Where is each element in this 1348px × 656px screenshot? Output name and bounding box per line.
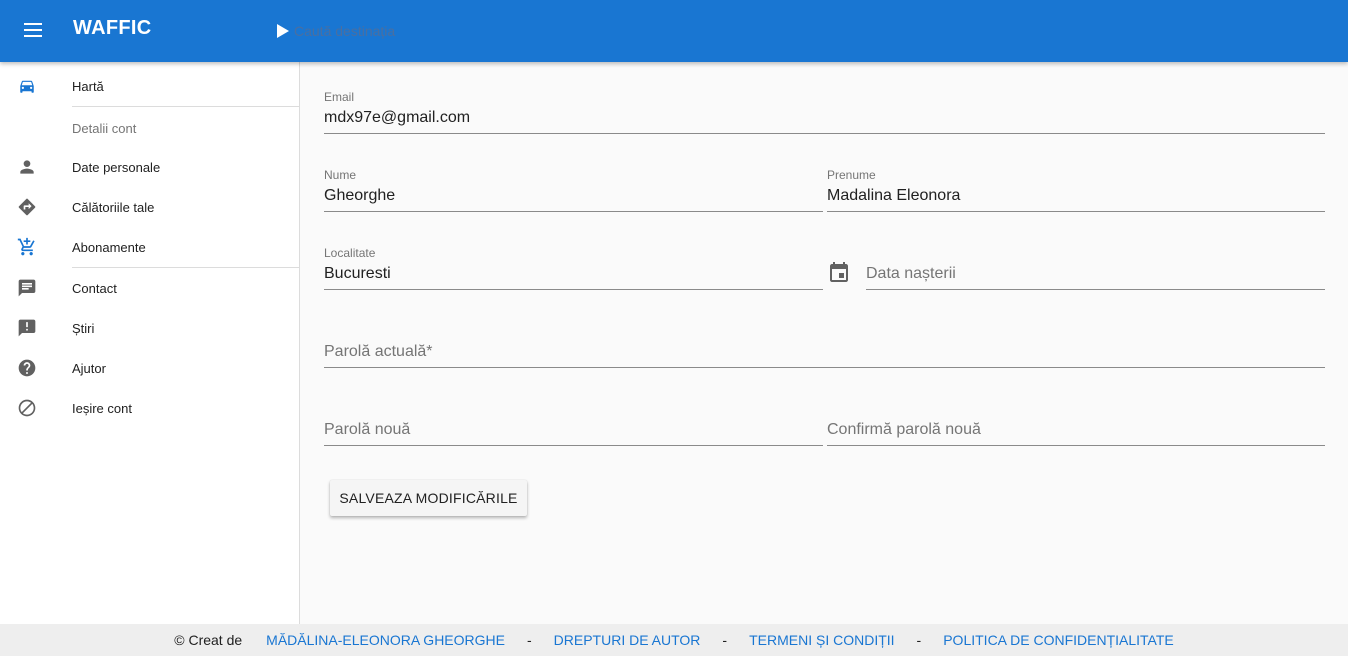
destination-search-input[interactable] [294,23,554,39]
localitate-field: Localitate [324,246,823,290]
sidebar-item-iesire-cont[interactable]: Ieșire cont [0,388,299,428]
footer-separator: - [722,632,728,648]
menu-icon[interactable] [24,18,52,42]
account-form: Email Nume Prenume Localitate SALVEAZA M… [300,62,1348,624]
sidebar-item-label: Date personale [72,159,161,175]
sidebar-item-label: Ieșire cont [72,400,132,416]
feedback-icon [16,277,38,299]
play-icon [277,24,289,38]
parola-noua-input[interactable] [324,421,823,439]
footer-credit: © Creat de [174,632,243,648]
sidebar-item-label: Călătoriile tale [72,199,155,215]
search-bar [276,20,554,42]
sidebar-item-label: Știri [72,320,95,336]
save-button[interactable]: SALVEAZA MODIFICĂRILE [330,480,527,516]
sidebar-item-label: Hartă [72,78,104,94]
sidebar-divider [72,106,299,107]
directions-icon [16,196,38,218]
calendar-icon[interactable] [827,261,851,285]
footer: © Creat de MĂDĂLINA-ELEONORA GHEORGHE - … [0,624,1348,656]
prenume-field: Prenume [827,168,1325,212]
sidebar-item-abonamente[interactable]: Abonamente [0,227,299,267]
announcement-icon [16,317,38,339]
parola-actuala-field [324,324,1325,368]
block-icon [16,397,38,419]
parola-actuala-input[interactable] [324,343,1325,361]
help-icon [16,357,38,379]
person-icon [16,156,38,178]
footer-author-link[interactable]: MĂDĂLINA-ELEONORA GHEORGHE [266,632,505,648]
add-shopping-cart-icon [16,236,38,258]
parola-noua-field [324,402,823,446]
nume-field: Nume [324,168,823,212]
sidebar-item-label: Ajutor [72,360,106,376]
confirma-parola-input[interactable] [827,421,1325,439]
email-field: Email [324,90,1325,134]
app-bar: WAFFIC [0,0,1348,62]
footer-separator: - [916,632,922,648]
sidebar-item-harta[interactable]: Hartă [0,66,299,106]
sidebar: Hartă Detalii cont Date personale Călăto… [0,62,300,624]
prenume-input[interactable] [827,187,1325,205]
sidebar-item-stiri[interactable]: Știri [0,308,299,348]
car-icon [16,75,38,97]
sidebar-item-ajutor[interactable]: Ajutor [0,348,299,388]
confirma-parola-field [827,402,1325,446]
email-input[interactable] [324,109,1325,127]
sidebar-item-label: Abonamente [72,239,146,255]
email-label: Email [324,90,355,104]
data-nasterii-input[interactable] [866,265,1325,283]
app-title[interactable]: WAFFIC [73,17,151,40]
sidebar-item-label: Contact [72,280,117,296]
sidebar-item-contact[interactable]: Contact [0,268,299,308]
localitate-label: Localitate [324,246,376,260]
footer-separator: - [526,632,532,648]
footer-link-drepturi[interactable]: DREPTURI DE AUTOR [554,632,701,648]
nume-input[interactable] [324,187,823,205]
prenume-label: Prenume [827,168,876,182]
sidebar-section-header: Detalii cont [72,121,137,136]
footer-link-politica[interactable]: POLITICA DE CONFIDENȚIALITATE [943,632,1174,648]
sidebar-item-date-personale[interactable]: Date personale [0,147,299,187]
data-nasterii-field [866,246,1325,290]
localitate-input[interactable] [324,265,823,283]
sidebar-item-calatoriile-tale[interactable]: Călătoriile tale [0,187,299,227]
footer-link-termeni[interactable]: TERMENI ȘI CONDIȚII [749,632,894,648]
nume-label: Nume [324,168,357,182]
